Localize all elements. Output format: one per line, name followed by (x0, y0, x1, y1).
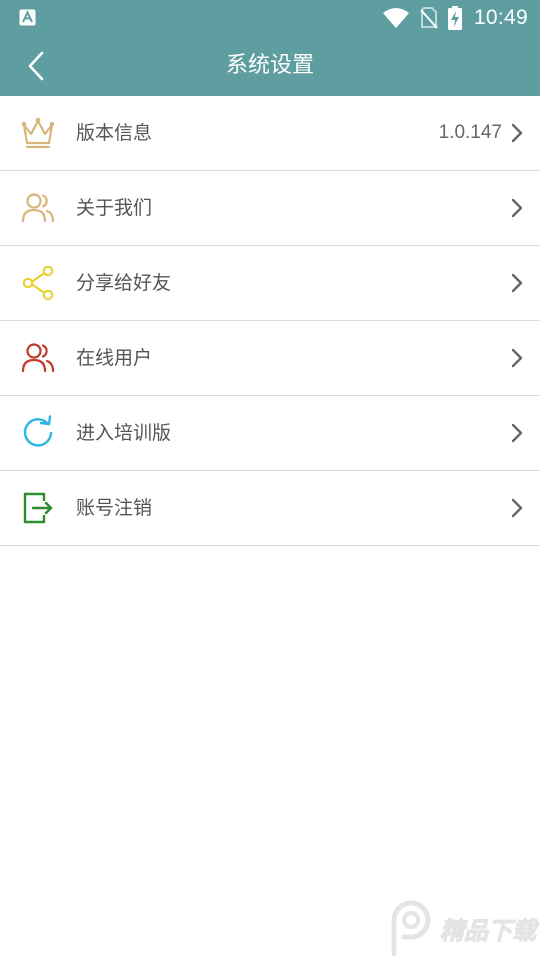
settings-item-share[interactable]: 分享给好友 (0, 246, 540, 321)
refresh-icon (20, 415, 56, 451)
settings-item-label: 进入培训版 (76, 422, 172, 444)
font-a-icon (19, 9, 36, 26)
version-value: 1.0.147 (438, 122, 502, 143)
p-logo-icon (391, 900, 431, 956)
chevron-right-icon (511, 498, 523, 518)
logout-icon (20, 490, 56, 526)
chevron-right-icon (511, 423, 523, 443)
settings-item-about-us[interactable]: 关于我们 (0, 171, 540, 246)
settings-item-label: 在线用户 (76, 347, 153, 369)
settings-item-label: 账号注销 (76, 497, 153, 519)
share-icon (20, 265, 56, 301)
settings-item-label: 版本信息 (76, 122, 153, 144)
chevron-right-icon (511, 123, 523, 143)
settings-item-training-version[interactable]: 进入培训版 (0, 396, 540, 471)
chevron-right-icon (511, 348, 523, 368)
settings-item-online-users[interactable]: 在线用户 (0, 321, 540, 396)
settings-item-label: 关于我们 (76, 197, 153, 219)
crown-icon (20, 115, 56, 151)
settings-item-label: 分享给好友 (76, 272, 172, 294)
settings-list: 版本信息 1.0.147 关于我们 分享给好友 在线用户 进入培训版 账号注销 (0, 96, 540, 546)
settings-item-logout[interactable]: 账号注销 (0, 471, 540, 546)
chevron-right-icon (511, 273, 523, 293)
users-icon (20, 190, 56, 226)
watermark: 精品下载 (386, 900, 537, 956)
status-icons: 10:49 (382, 0, 528, 36)
watermark-text: 精品下载 (440, 916, 537, 945)
battery-charging-icon (447, 6, 462, 30)
toolbar: 系统设置 (0, 36, 540, 96)
status-time: 10:49 (473, 6, 528, 29)
no-sim-icon (420, 7, 438, 29)
status-bar: 10:49 (0, 0, 540, 36)
settings-item-version[interactable]: 版本信息 1.0.147 (0, 96, 540, 171)
users-icon (20, 340, 56, 376)
wifi-icon (382, 7, 410, 29)
page-title: 系统设置 (225, 53, 314, 78)
chevron-right-icon (511, 198, 523, 218)
